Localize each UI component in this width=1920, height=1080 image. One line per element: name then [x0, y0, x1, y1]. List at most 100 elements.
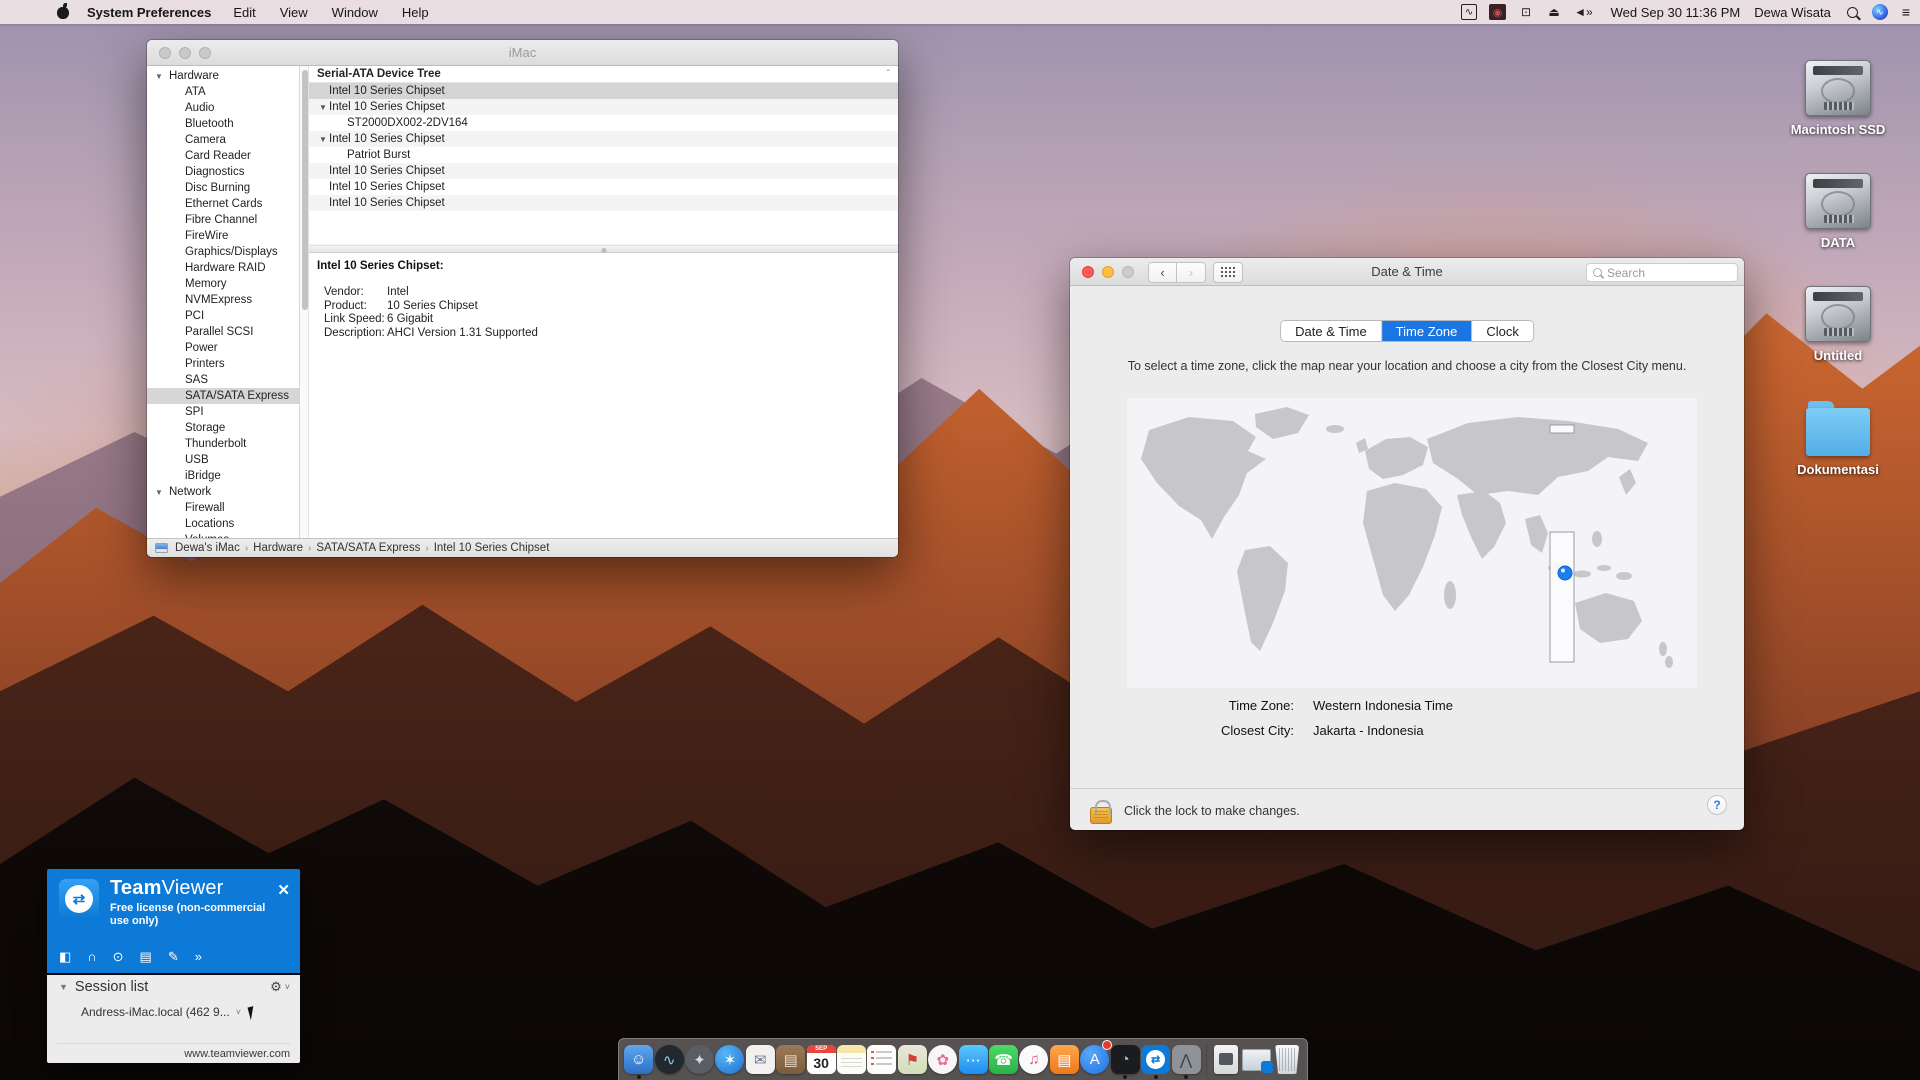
search-input[interactable]: Search — [1586, 263, 1738, 282]
forward-button[interactable]: › — [1177, 262, 1206, 283]
siri-icon[interactable]: ∿ — [1872, 4, 1888, 20]
sidebar-item-camera[interactable]: Camera — [147, 132, 299, 148]
pulse-menu-icon[interactable]: ∿ — [1461, 4, 1477, 20]
airplay-menu-icon[interactable]: ⊡ — [1518, 4, 1534, 20]
disclosure-triangle-icon[interactable]: ▼ — [319, 132, 327, 148]
volume-menu-icon[interactable]: ◄» — [1574, 4, 1593, 20]
device-tree-row[interactable]: Intel 10 Series Chipset — [309, 163, 898, 179]
device-tree-row[interactable]: ▼Intel 10 Series Chipset — [309, 131, 898, 147]
dock-itunes[interactable]: ♫ — [1019, 1042, 1048, 1078]
dock-messages[interactable]: ⋯ — [958, 1042, 987, 1078]
breadcrumb-item-dewa-s-imac[interactable]: Dewa's iMac — [175, 542, 240, 554]
tab-time-zone[interactable]: Time Zone — [1382, 321, 1473, 341]
dock-safari[interactable]: ✶ — [715, 1042, 744, 1078]
notification-center-icon[interactable]: ≡ — [1902, 4, 1910, 20]
sidebar-item-parallel-scsi[interactable]: Parallel SCSI — [147, 324, 299, 340]
app-menu-title[interactable]: System Preferences — [87, 5, 211, 20]
dock-facetime[interactable]: ☎ — [989, 1042, 1018, 1078]
dock-reminders[interactable] — [867, 1042, 896, 1078]
dock-document-package[interactable] — [1212, 1042, 1241, 1078]
sidebar-item-printers[interactable]: Printers — [147, 356, 299, 372]
sidebar-item-diagnostics[interactable]: Diagnostics — [147, 164, 299, 180]
menu-user-name[interactable]: Dewa Wisata — [1754, 5, 1831, 20]
menu-clock[interactable]: Wed Sep 30 11:36 PM — [1611, 5, 1741, 20]
desktop-icon-untitled[interactable]: Untitled — [1778, 286, 1898, 363]
sidebar-item-sas[interactable]: SAS — [147, 372, 299, 388]
dock-disk-speed-test[interactable]: ◔ — [1111, 1042, 1140, 1078]
close-icon[interactable]: ✕ — [277, 881, 290, 899]
video-icon[interactable]: ◧ — [59, 949, 71, 965]
collapse-chevron-icon[interactable]: ˆ — [887, 66, 890, 83]
sidebar-item-memory[interactable]: Memory — [147, 276, 299, 292]
sidebar-item-storage[interactable]: Storage — [147, 420, 299, 436]
sidebar-item-audio[interactable]: Audio — [147, 100, 299, 116]
dock-maps[interactable]: ⚑ — [898, 1042, 927, 1078]
device-tree-row[interactable]: ST2000DX002-2DV164 — [309, 115, 898, 131]
desktop-icon-macintosh-ssd[interactable]: Macintosh SSD — [1778, 60, 1898, 137]
sidebar-item-firewire[interactable]: FireWire — [147, 228, 299, 244]
sidebar-item-locations[interactable]: Locations — [147, 516, 299, 532]
dock-mail[interactable]: ✉ — [746, 1042, 775, 1078]
sidebar-item-thunderbolt[interactable]: Thunderbolt — [147, 436, 299, 452]
dock-teamviewer[interactable]: ⇄ — [1141, 1042, 1170, 1078]
chat-icon[interactable]: ⊙ — [113, 949, 124, 965]
breadcrumb-item-sata-sata-express[interactable]: SATA/SATA Express — [316, 542, 420, 554]
sidebar-item-ata[interactable]: ATA — [147, 84, 299, 100]
sidebar-item-hardware[interactable]: ▼Hardware — [147, 68, 299, 84]
scrollbar-thumb[interactable] — [302, 70, 308, 310]
show-all-button[interactable] — [1213, 262, 1243, 283]
sidebar-item-firewall[interactable]: Firewall — [147, 500, 299, 516]
sidebar-item-sata-sata-express[interactable]: SATA/SATA Express — [147, 388, 299, 404]
sidebar-item-graphics-displays[interactable]: Graphics/Displays — [147, 244, 299, 260]
dock-compass-utility[interactable]: ⋀ — [1171, 1042, 1200, 1078]
sysinfo-titlebar[interactable]: iMac — [147, 40, 898, 66]
closest-city-value[interactable]: Jakarta - Indonesia — [1313, 723, 1424, 739]
zoom-button[interactable] — [199, 47, 211, 59]
more-icon[interactable]: » — [195, 949, 202, 965]
chevron-down-icon[interactable]: ˅ — [285, 982, 290, 992]
help-button[interactable]: ? — [1707, 795, 1727, 815]
timezone-marker[interactable] — [1558, 566, 1572, 580]
minimize-button[interactable] — [1102, 266, 1114, 278]
dock-launchpad[interactable]: ✦ — [685, 1042, 714, 1078]
timezone-band-top[interactable] — [1550, 425, 1574, 433]
sidebar-item-fibre-channel[interactable]: Fibre Channel — [147, 212, 299, 228]
sidebar-item-network[interactable]: ▼Network — [147, 484, 299, 500]
device-tree-row[interactable]: Intel 10 Series Chipset — [309, 179, 898, 195]
tab-date-time[interactable]: Date & Time — [1281, 321, 1382, 341]
apple-menu-icon[interactable] — [57, 5, 69, 19]
timezone-map[interactable] — [1127, 398, 1697, 688]
breadcrumb-item-intel-10-series-chipset[interactable]: Intel 10 Series Chipset — [434, 542, 550, 554]
eject-menu-icon[interactable]: ⏏ — [1546, 4, 1562, 20]
dock-siri[interactable]: ∿ — [654, 1042, 683, 1078]
dock-minimized-window[interactable] — [1242, 1042, 1271, 1078]
dock-finder[interactable]: ☺ — [624, 1042, 653, 1078]
disclosure-triangle-icon[interactable]: ▼ — [59, 982, 68, 992]
dock-trash[interactable] — [1273, 1042, 1302, 1078]
spotlight-icon[interactable] — [1847, 7, 1858, 18]
timezone-band[interactable] — [1550, 532, 1574, 662]
sidebar-item-nvmexpress[interactable]: NVMExpress — [147, 292, 299, 308]
chevron-down-icon[interactable]: ˅ — [236, 1007, 241, 1017]
headset-icon[interactable]: ∩ — [87, 949, 96, 965]
minimize-button[interactable] — [179, 47, 191, 59]
disclosure-triangle-icon[interactable]: ▼ — [155, 69, 163, 85]
datetime-titlebar[interactable]: ‹ › Date & Time Search — [1070, 258, 1744, 286]
desktop-icon-data[interactable]: DATA — [1778, 173, 1898, 250]
sidebar-item-power[interactable]: Power — [147, 340, 299, 356]
spiral-menu-icon[interactable]: ◉ — [1489, 4, 1506, 20]
breadcrumb-item-hardware[interactable]: Hardware — [253, 542, 303, 554]
dock-photos[interactable]: ✿ — [928, 1042, 957, 1078]
desktop-icon-dokumentasi[interactable]: Dokumentasi — [1778, 402, 1898, 477]
sidebar-item-bluetooth[interactable]: Bluetooth — [147, 116, 299, 132]
sidebar-item-ibridge[interactable]: iBridge — [147, 468, 299, 484]
device-tree-row[interactable]: Intel 10 Series Chipset — [309, 83, 898, 99]
menu-help[interactable]: Help — [402, 5, 429, 20]
back-button[interactable]: ‹ — [1148, 262, 1177, 283]
session-list-header[interactable]: ▼ Session list ⚙ ˅ — [47, 975, 300, 999]
session-entry[interactable]: Andress-iMac.local (462 9... ˅ — [81, 1005, 290, 1019]
device-tree-row[interactable]: Intel 10 Series Chipset — [309, 195, 898, 211]
disclosure-triangle-icon[interactable]: ▼ — [319, 100, 327, 116]
gear-icon[interactable]: ⚙ — [270, 979, 282, 995]
dock-ibooks[interactable]: ▤ — [1050, 1042, 1079, 1078]
